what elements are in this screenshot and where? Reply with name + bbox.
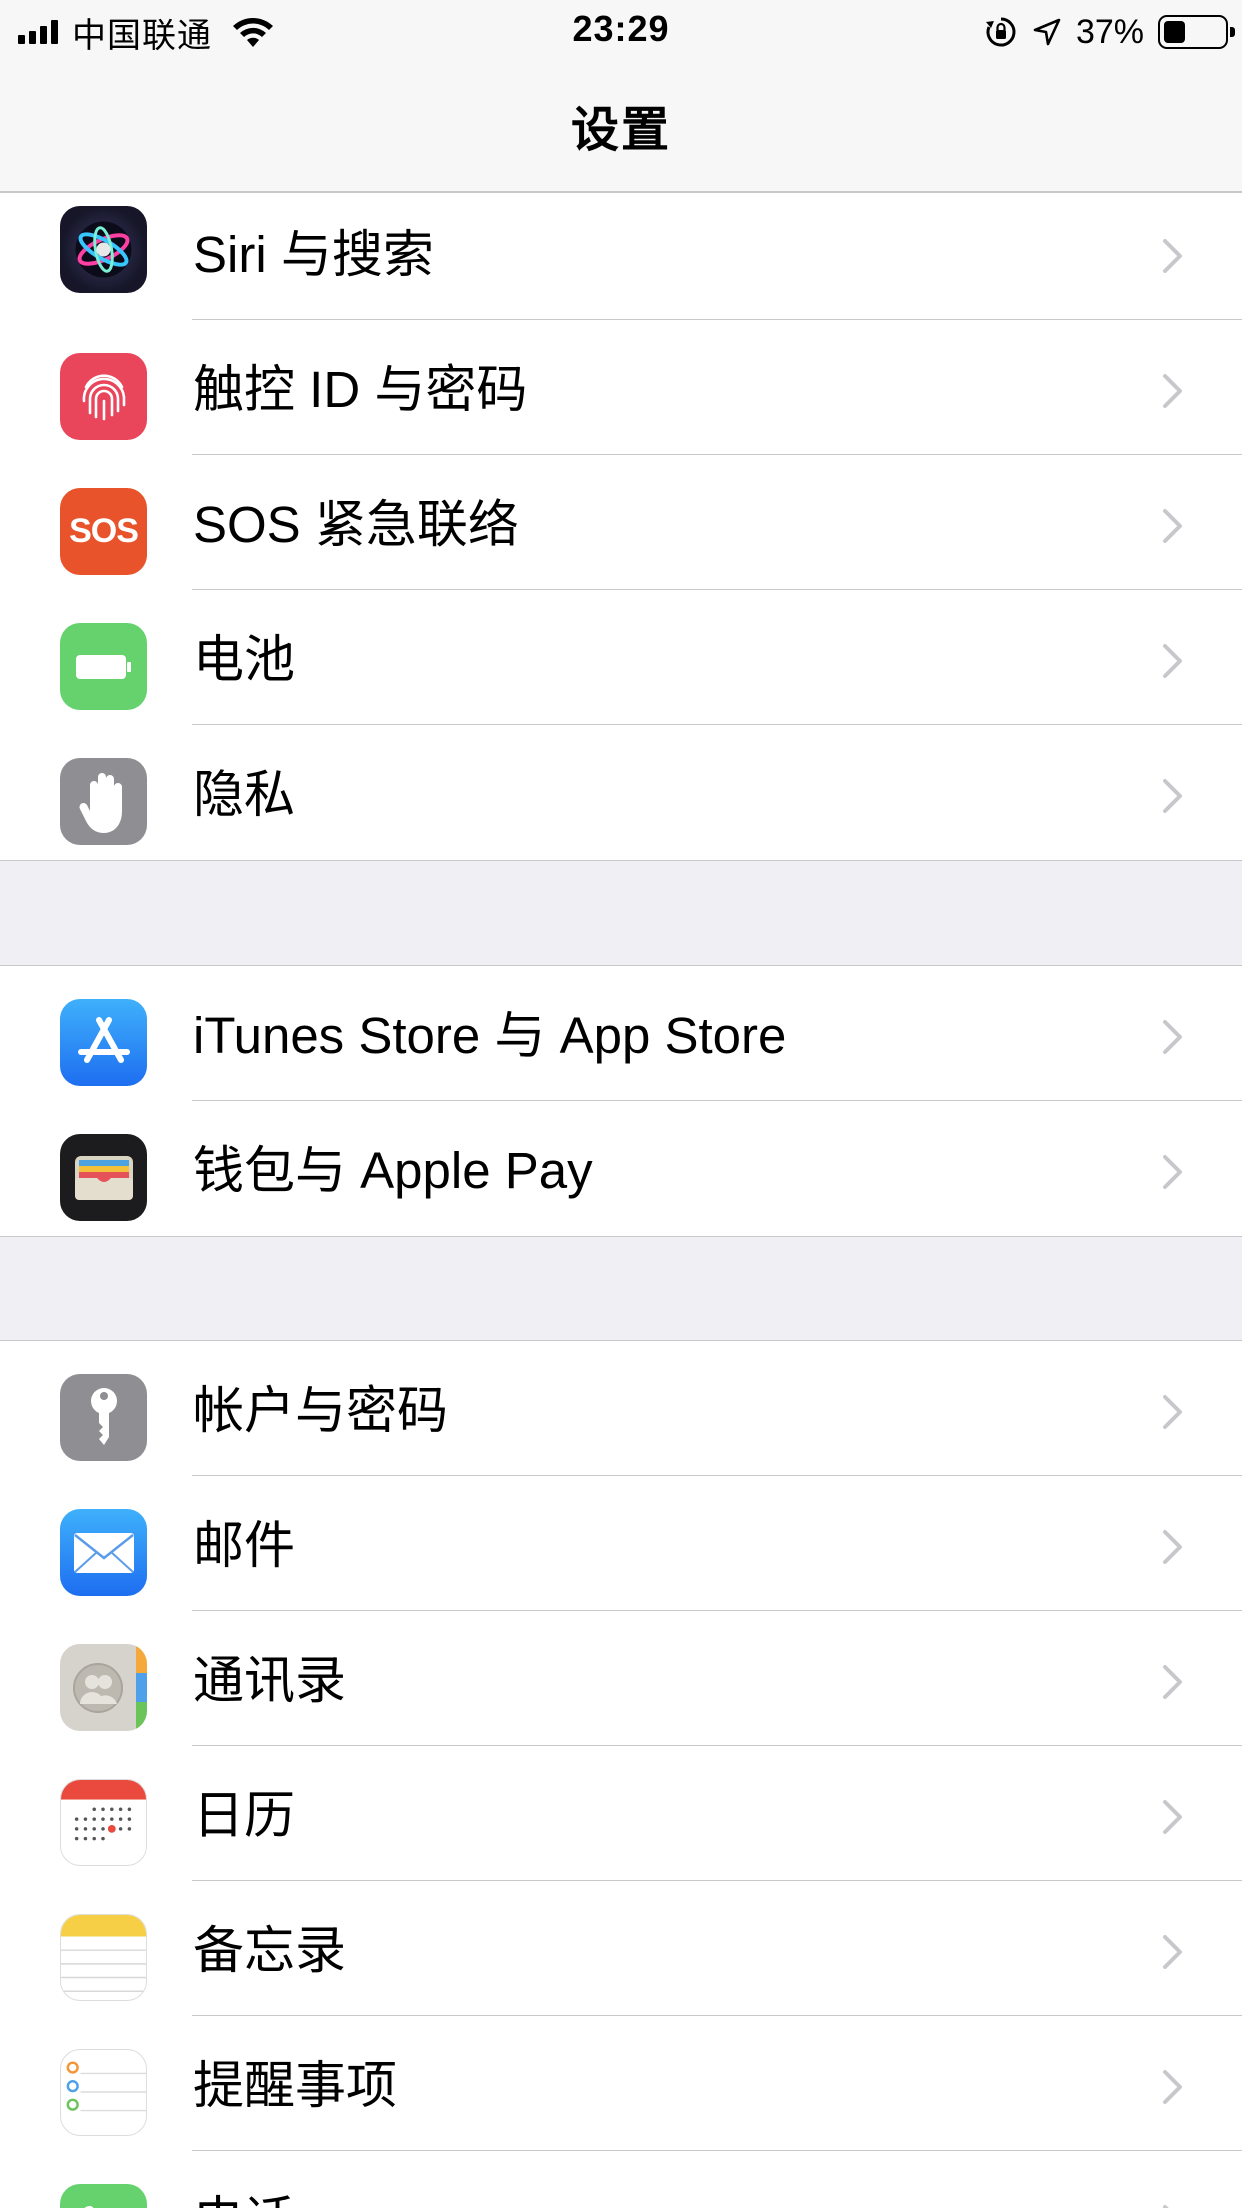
settings-row-label: Siri 与搜索 xyxy=(193,226,434,283)
settings-row-phone[interactable]: 电话 xyxy=(0,2151,1242,2208)
battery-percent: 37% xyxy=(1075,12,1144,51)
settings-row-mail[interactable]: 邮件 xyxy=(0,1476,1242,1611)
settings-row-battery[interactable]: 电池 xyxy=(0,590,1242,725)
sos-icon: SOS xyxy=(60,488,147,575)
mail-icon xyxy=(60,1509,147,1596)
settings-row-label: 钱包与 Apple Pay xyxy=(193,1142,593,1199)
settings-row-calendar[interactable]: 日历 xyxy=(0,1746,1242,1881)
chevron-right-icon xyxy=(1163,239,1182,273)
chevron-right-icon xyxy=(1163,644,1182,678)
settings-group-1: Siri 与搜索 触控 ID 与密码 SOS SOS 紧急联络 电池 隐私 xyxy=(0,192,1242,861)
notes-icon xyxy=(60,1914,147,2001)
settings-row-siri[interactable]: Siri 与搜索 xyxy=(0,193,1242,320)
settings-row-contacts[interactable]: 通讯录 xyxy=(0,1611,1242,1746)
calendar-icon xyxy=(60,1779,147,1866)
settings-row-label: iTunes Store 与 App Store xyxy=(193,1007,787,1064)
settings-row-label: 邮件 xyxy=(193,1517,296,1574)
chevron-right-icon xyxy=(1163,1020,1182,1054)
settings-row-touch-id[interactable]: 触控 ID 与密码 xyxy=(0,320,1242,455)
battery-setting-icon xyxy=(60,623,147,710)
navigation-bar: 设置 xyxy=(0,60,1242,192)
chevron-right-icon xyxy=(1163,1935,1182,1969)
chevron-right-icon xyxy=(1163,374,1182,408)
settings-row-label: 电话 xyxy=(193,2191,295,2208)
settings-group-2: iTunes Store 与 App Store 钱包与 Apple Pay xyxy=(0,965,1242,1237)
settings-row-wallet[interactable]: 钱包与 Apple Pay xyxy=(0,1101,1242,1236)
chevron-right-icon xyxy=(1163,1155,1182,1189)
chevron-right-icon xyxy=(1163,509,1182,543)
chevron-right-icon xyxy=(1163,2070,1182,2104)
chevron-right-icon xyxy=(1163,1665,1182,1699)
settings-group-3: 帐户与密码 邮件 通讯录 日历 备忘录 提醒事项 xyxy=(0,1340,1242,2208)
location-icon xyxy=(1033,18,1061,46)
siri-icon xyxy=(60,206,147,293)
sos-icon-text: SOS xyxy=(69,512,139,550)
settings-row-app-store[interactable]: iTunes Store 与 App Store xyxy=(0,966,1242,1101)
settings-row-privacy[interactable]: 隐私 xyxy=(0,725,1242,860)
status-bar: 中国联通 23:29 37% xyxy=(0,0,1242,60)
key-icon xyxy=(60,1374,147,1461)
reminders-icon xyxy=(60,2049,147,2136)
settings-row-sos[interactable]: SOS SOS 紧急联络 xyxy=(0,455,1242,590)
chevron-right-icon xyxy=(1163,2205,1169,2208)
battery-icon xyxy=(1158,15,1235,49)
hand-icon xyxy=(60,758,147,845)
settings-row-label: 备忘录 xyxy=(193,1922,347,1979)
settings-row-label: 隐私 xyxy=(193,766,296,823)
battery-fill xyxy=(1164,21,1185,43)
page-title: 设置 xyxy=(570,104,671,157)
settings-row-label: 触控 ID 与密码 xyxy=(193,361,528,418)
settings-row-reminders[interactable]: 提醒事项 xyxy=(0,2016,1242,2151)
settings-row-label: 帐户与密码 xyxy=(193,1382,449,1439)
fingerprint-icon xyxy=(60,353,147,440)
chevron-right-icon xyxy=(1163,1800,1182,1834)
status-right: 37% xyxy=(984,12,1235,52)
chevron-right-icon xyxy=(1163,779,1182,813)
orientation-lock-icon xyxy=(985,17,1016,47)
app-store-icon xyxy=(60,999,147,1086)
settings-row-label: 日历 xyxy=(193,1787,296,1844)
contacts-icon xyxy=(60,1644,147,1731)
settings-row-label: 通讯录 xyxy=(193,1652,347,1709)
settings-row-notes[interactable]: 备忘录 xyxy=(0,1881,1242,2016)
chevron-right-icon xyxy=(1163,1530,1182,1564)
phone-icon xyxy=(60,2184,147,2208)
settings-row-label: 提醒事项 xyxy=(193,2057,398,2114)
wallet-icon xyxy=(60,1134,147,1221)
settings-row-accounts[interactable]: 帐户与密码 xyxy=(0,1341,1242,1476)
settings-row-label: SOS 紧急联络 xyxy=(193,496,519,553)
settings-row-label: 电池 xyxy=(193,631,296,688)
chevron-right-icon xyxy=(1163,1395,1182,1429)
